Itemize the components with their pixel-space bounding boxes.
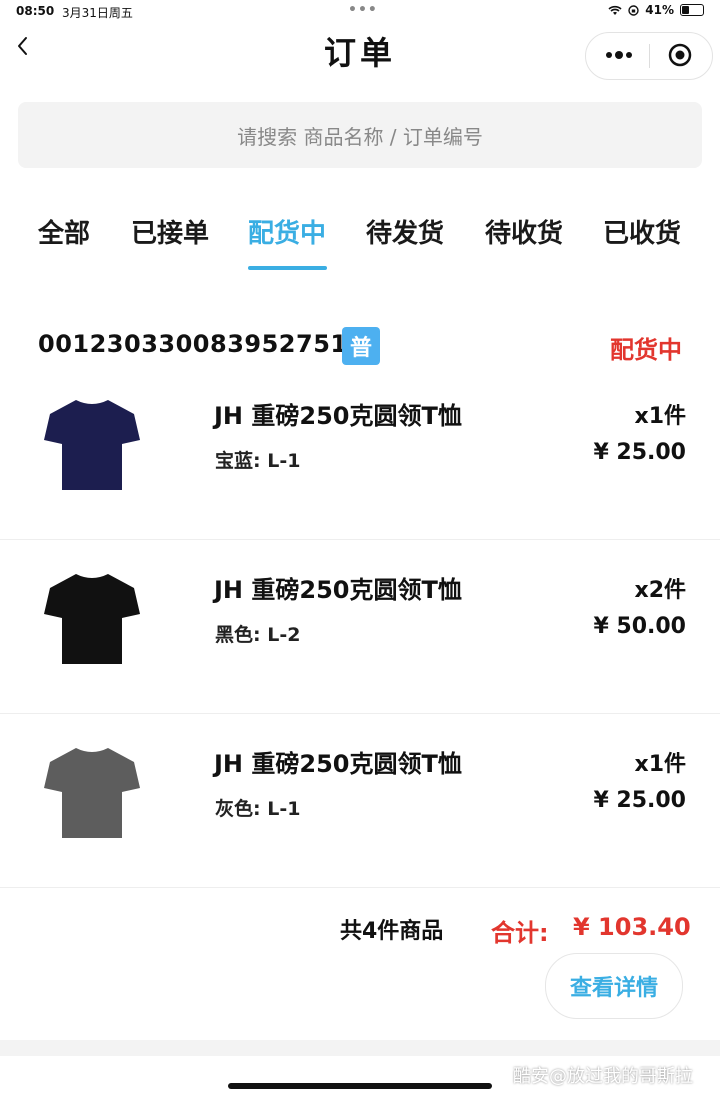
order-status-tabs: 全部 已接单 配货中 待发货 待收货 已收货 xyxy=(0,205,720,275)
order-status: 配货中 xyxy=(610,336,682,364)
item-title: JH 重磅250克圆领T恤 xyxy=(214,576,462,604)
tab-received[interactable]: 已收货 xyxy=(603,213,681,250)
search-input[interactable]: 请搜索 商品名称 / 订单编号 xyxy=(18,102,702,168)
mini-program-capsule xyxy=(585,32,713,80)
total-count: 共4件商品 xyxy=(340,919,444,944)
tab-to-ship[interactable]: 待发货 xyxy=(366,213,444,250)
multitask-dots[interactable]: ••• xyxy=(348,2,378,18)
search-placeholder: 请搜索 商品名称 / 订单编号 xyxy=(237,124,483,149)
item-quantity: x1件 xyxy=(634,404,687,429)
capsule-divider xyxy=(649,44,650,68)
battery-percent: 41% xyxy=(645,3,674,17)
order-type-badge: 普 xyxy=(342,327,380,365)
more-dots-icon[interactable] xyxy=(604,43,634,72)
tshirt-thumbnail xyxy=(44,748,140,838)
item-spec: 宝蓝: L-1 xyxy=(215,450,301,472)
home-indicator[interactable] xyxy=(228,1083,492,1089)
item-price: ¥ 25.00 xyxy=(593,788,686,813)
item-spec: 灰色: L-1 xyxy=(215,798,301,820)
status-right: 41% xyxy=(608,3,704,17)
watermark: 酷安@放过我的哥斯拉 xyxy=(513,1066,693,1087)
active-tab-indicator xyxy=(248,266,327,270)
tab-accepted[interactable]: 已接单 xyxy=(131,213,209,250)
wifi-icon xyxy=(608,5,622,15)
tshirt-thumbnail xyxy=(44,574,140,664)
tab-to-receive[interactable]: 待收货 xyxy=(485,213,563,250)
item-title: JH 重磅250克圆领T恤 xyxy=(214,750,462,778)
card-separator xyxy=(0,1040,720,1056)
total-label: 合计: xyxy=(491,919,549,947)
view-details-button[interactable]: 查看详情 xyxy=(545,953,683,1019)
nav-bar: 订单 xyxy=(0,24,720,80)
total-amount: ¥ 103.40 xyxy=(573,913,691,941)
order-number: 00123033008395275187 xyxy=(38,330,382,358)
item-quantity: x1件 xyxy=(634,752,687,777)
tab-all[interactable]: 全部 xyxy=(38,213,90,250)
status-date: 3月31日周五 xyxy=(62,6,133,20)
item-price: ¥ 25.00 xyxy=(593,440,686,465)
item-quantity: x2件 xyxy=(634,578,687,603)
tshirt-thumbnail xyxy=(44,400,140,490)
battery-fill xyxy=(682,6,689,14)
battery-icon xyxy=(680,4,704,16)
target-circle-icon[interactable] xyxy=(668,43,692,67)
order-item[interactable]: JH 重磅250克圆领T恤 灰色: L-1 x1件 ¥ 25.00 xyxy=(0,714,720,888)
item-price: ¥ 50.00 xyxy=(593,614,686,639)
tab-picking[interactable]: 配货中 xyxy=(248,213,326,250)
orientation-lock-icon xyxy=(628,4,639,16)
item-title: JH 重磅250克圆领T恤 xyxy=(214,402,462,430)
order-item[interactable]: JH 重磅250克圆领T恤 黑色: L-2 x2件 ¥ 50.00 xyxy=(0,540,720,714)
order-item[interactable]: JH 重磅250克圆领T恤 宝蓝: L-1 x1件 ¥ 25.00 xyxy=(0,366,720,540)
order-summary: 共4件商品 合计: ¥ 103.40 查看详情 xyxy=(0,885,720,1035)
item-spec: 黑色: L-2 xyxy=(215,624,301,646)
status-time: 08:50 xyxy=(16,4,55,18)
status-bar: 08:50 3月31日周五 ••• 41% xyxy=(0,0,720,24)
